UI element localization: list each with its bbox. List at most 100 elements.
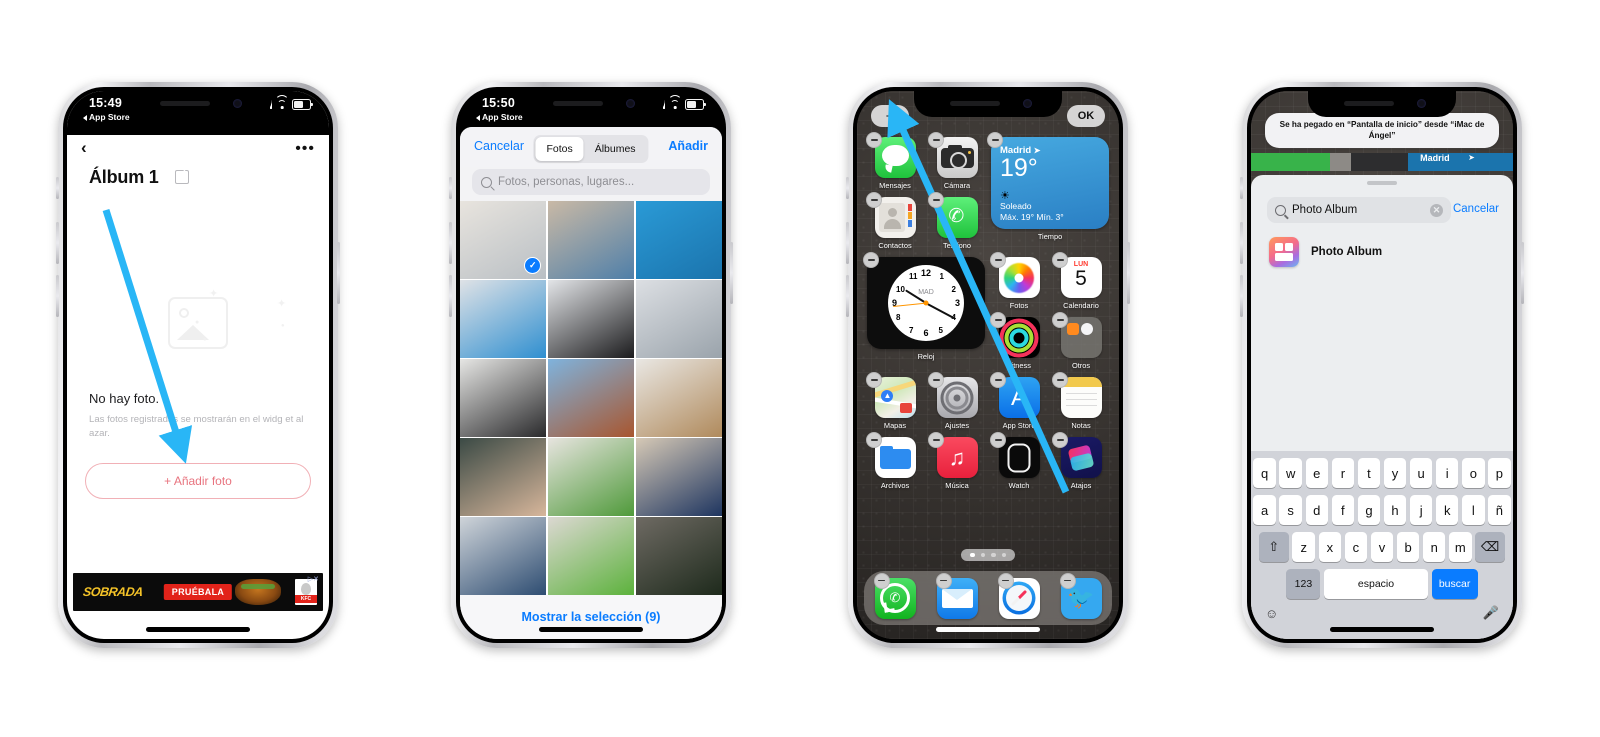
key-f[interactable]: f [1331, 495, 1355, 525]
key-j[interactable]: j [1409, 495, 1433, 525]
photo-thumb-navy-magsafe-case[interactable] [635, 438, 722, 516]
weather-widget[interactable]: Madrid ➤ 19° ☀ Soleado Máx. 19° Mín. 3° … [987, 132, 1109, 250]
shift-key[interactable]: ⇧ [1258, 532, 1289, 562]
more-options-icon[interactable]: ••• [295, 141, 315, 157]
key-n[interactable]: n [1422, 532, 1446, 562]
done-button[interactable]: OK [1067, 105, 1105, 127]
keyboard[interactable]: qwertyuiop asdfghjklñ ⇧ zxcvbnm ⌫ 123 es… [1251, 451, 1513, 639]
key-c[interactable]: c [1344, 532, 1368, 562]
remove-app-icon[interactable] [928, 132, 944, 148]
photo-thumb-iphone-5c-box-accessories[interactable]: ✓ [460, 201, 547, 279]
page-indicator[interactable] [961, 548, 1015, 561]
remove-app-icon[interactable] [1052, 372, 1068, 388]
tab-fotos[interactable]: Fotos [535, 137, 584, 161]
key-m[interactable]: m [1449, 532, 1472, 562]
backspace-key[interactable]: ⌫ [1475, 532, 1506, 562]
app-camara[interactable]: Cámara [928, 132, 985, 190]
search-result-row[interactable]: Photo Album [1269, 237, 1382, 267]
app-mapas[interactable]: ▲ Mapas [866, 372, 923, 430]
remove-app-icon[interactable] [997, 572, 1014, 589]
key-e[interactable]: e [1305, 458, 1329, 488]
remove-app-icon[interactable] [990, 252, 1006, 268]
remove-app-icon[interactable] [866, 132, 882, 148]
add-button[interactable]: Añadir [668, 139, 708, 153]
key-s[interactable]: s [1279, 495, 1302, 525]
add-widget-button[interactable]: + [871, 105, 909, 127]
cancel-button[interactable]: Cancelar [474, 139, 524, 153]
edit-pencil-icon[interactable] [175, 170, 189, 184]
clear-search-icon[interactable]: ✕ [1430, 203, 1443, 217]
photo-thumb-dark-plant-shadow[interactable] [635, 517, 722, 595]
remove-app-icon[interactable] [990, 432, 1006, 448]
remove-app-icon[interactable] [990, 372, 1006, 388]
search-input[interactable]: Fotos, personas, lugares... [472, 169, 710, 195]
key-y[interactable]: y [1383, 458, 1407, 488]
remove-app-icon[interactable] [866, 372, 882, 388]
app-atajos[interactable]: Atajos [1052, 432, 1109, 490]
key-i[interactable]: i [1435, 458, 1459, 488]
remove-app-icon[interactable] [990, 312, 1006, 328]
app-mensajes[interactable]: Mensajes [866, 132, 923, 190]
photo-thumb-blue-iphone-back-on-box[interactable] [460, 280, 547, 358]
photo-thumb-sealed-iphone-package[interactable] [635, 280, 722, 358]
app-appstore[interactable]: A App Store [990, 372, 1047, 430]
key-t[interactable]: t [1357, 458, 1381, 488]
key-b[interactable]: b [1396, 532, 1420, 562]
key-k[interactable]: k [1435, 495, 1459, 525]
search-go-key[interactable]: buscar [1431, 569, 1478, 599]
remove-app-icon[interactable] [1059, 572, 1076, 589]
key-a[interactable]: a [1253, 495, 1276, 525]
key-ñ[interactable]: ñ [1488, 495, 1511, 525]
remove-app-icon[interactable] [866, 432, 882, 448]
show-selection-button[interactable]: Mostrar la selección (9) [522, 610, 661, 624]
key-q[interactable]: q [1253, 458, 1276, 488]
folder-otros[interactable]: Otros [1052, 312, 1109, 370]
key-g[interactable]: g [1357, 495, 1381, 525]
status-back-to-app[interactable]: App Store [476, 112, 523, 122]
key-u[interactable]: u [1409, 458, 1433, 488]
key-p[interactable]: p [1488, 458, 1511, 488]
dock-app-mail[interactable] [935, 572, 978, 619]
tab-albumes[interactable]: Álbumes [584, 137, 647, 161]
photo-thumb-green-plant-closeup[interactable] [547, 517, 635, 595]
remove-folder-icon[interactable] [1052, 312, 1068, 328]
remove-app-icon[interactable] [1052, 432, 1068, 448]
key-v[interactable]: v [1370, 532, 1394, 562]
photo-thumb-potted-succulent-plant[interactable] [547, 438, 635, 516]
key-x[interactable]: x [1318, 532, 1342, 562]
app-fotos[interactable]: Fotos [990, 252, 1047, 310]
app-musica[interactable]: ♫ Música [928, 432, 985, 490]
segmented-control[interactable]: Fotos Álbumes [533, 135, 649, 163]
numbers-key[interactable]: 123 [1286, 569, 1321, 599]
app-archivos[interactable]: Archivos [866, 432, 923, 490]
app-calendario[interactable]: LUN 5 Calendario [1052, 252, 1109, 310]
back-button[interactable]: ‹ [81, 139, 87, 156]
photo-thumb-blue-phone-cases[interactable] [460, 517, 547, 595]
key-d[interactable]: d [1305, 495, 1329, 525]
app-ajustes[interactable]: Ajustes [928, 372, 985, 430]
app-contactos[interactable]: Contactos [866, 192, 923, 250]
photo-thumb-brick-apartment-building[interactable] [547, 359, 635, 437]
key-r[interactable]: r [1331, 458, 1355, 488]
sheet-grabber[interactable] [1367, 181, 1397, 185]
key-z[interactable]: z [1292, 532, 1315, 562]
space-key[interactable]: espacio [1324, 569, 1428, 599]
app-fitness[interactable]: Fitness [990, 312, 1047, 370]
key-o[interactable]: o [1462, 458, 1485, 488]
photo-thumb-white-wall-radiator[interactable] [635, 359, 722, 437]
dock-app-twitter[interactable]: 🐦 [1059, 572, 1102, 619]
photo-thumb-hand-holding-blue-iphone[interactable] [547, 201, 635, 279]
status-back-to-app[interactable]: App Store [83, 112, 130, 122]
advertisement-banner[interactable]: SOBRADA PRUÉBALA ▷✕ [73, 573, 323, 611]
search-input[interactable]: Photo Album ✕ [1267, 197, 1451, 223]
remove-widget-icon[interactable] [987, 132, 1003, 148]
remove-app-icon[interactable] [873, 572, 890, 589]
mic-icon[interactable]: 🎤 [1483, 605, 1499, 621]
app-notas[interactable]: Notas [1052, 372, 1109, 430]
photo-thumb-blue-iphone-box[interactable] [635, 201, 722, 279]
emoji-key[interactable]: ☺ [1265, 606, 1278, 621]
remove-app-icon[interactable] [935, 572, 952, 589]
photo-thumb-black-iphone-on-table[interactable] [547, 280, 635, 358]
photo-thumb-damaged-macbook-box[interactable] [460, 359, 547, 437]
dock-app-safari[interactable] [997, 572, 1040, 619]
